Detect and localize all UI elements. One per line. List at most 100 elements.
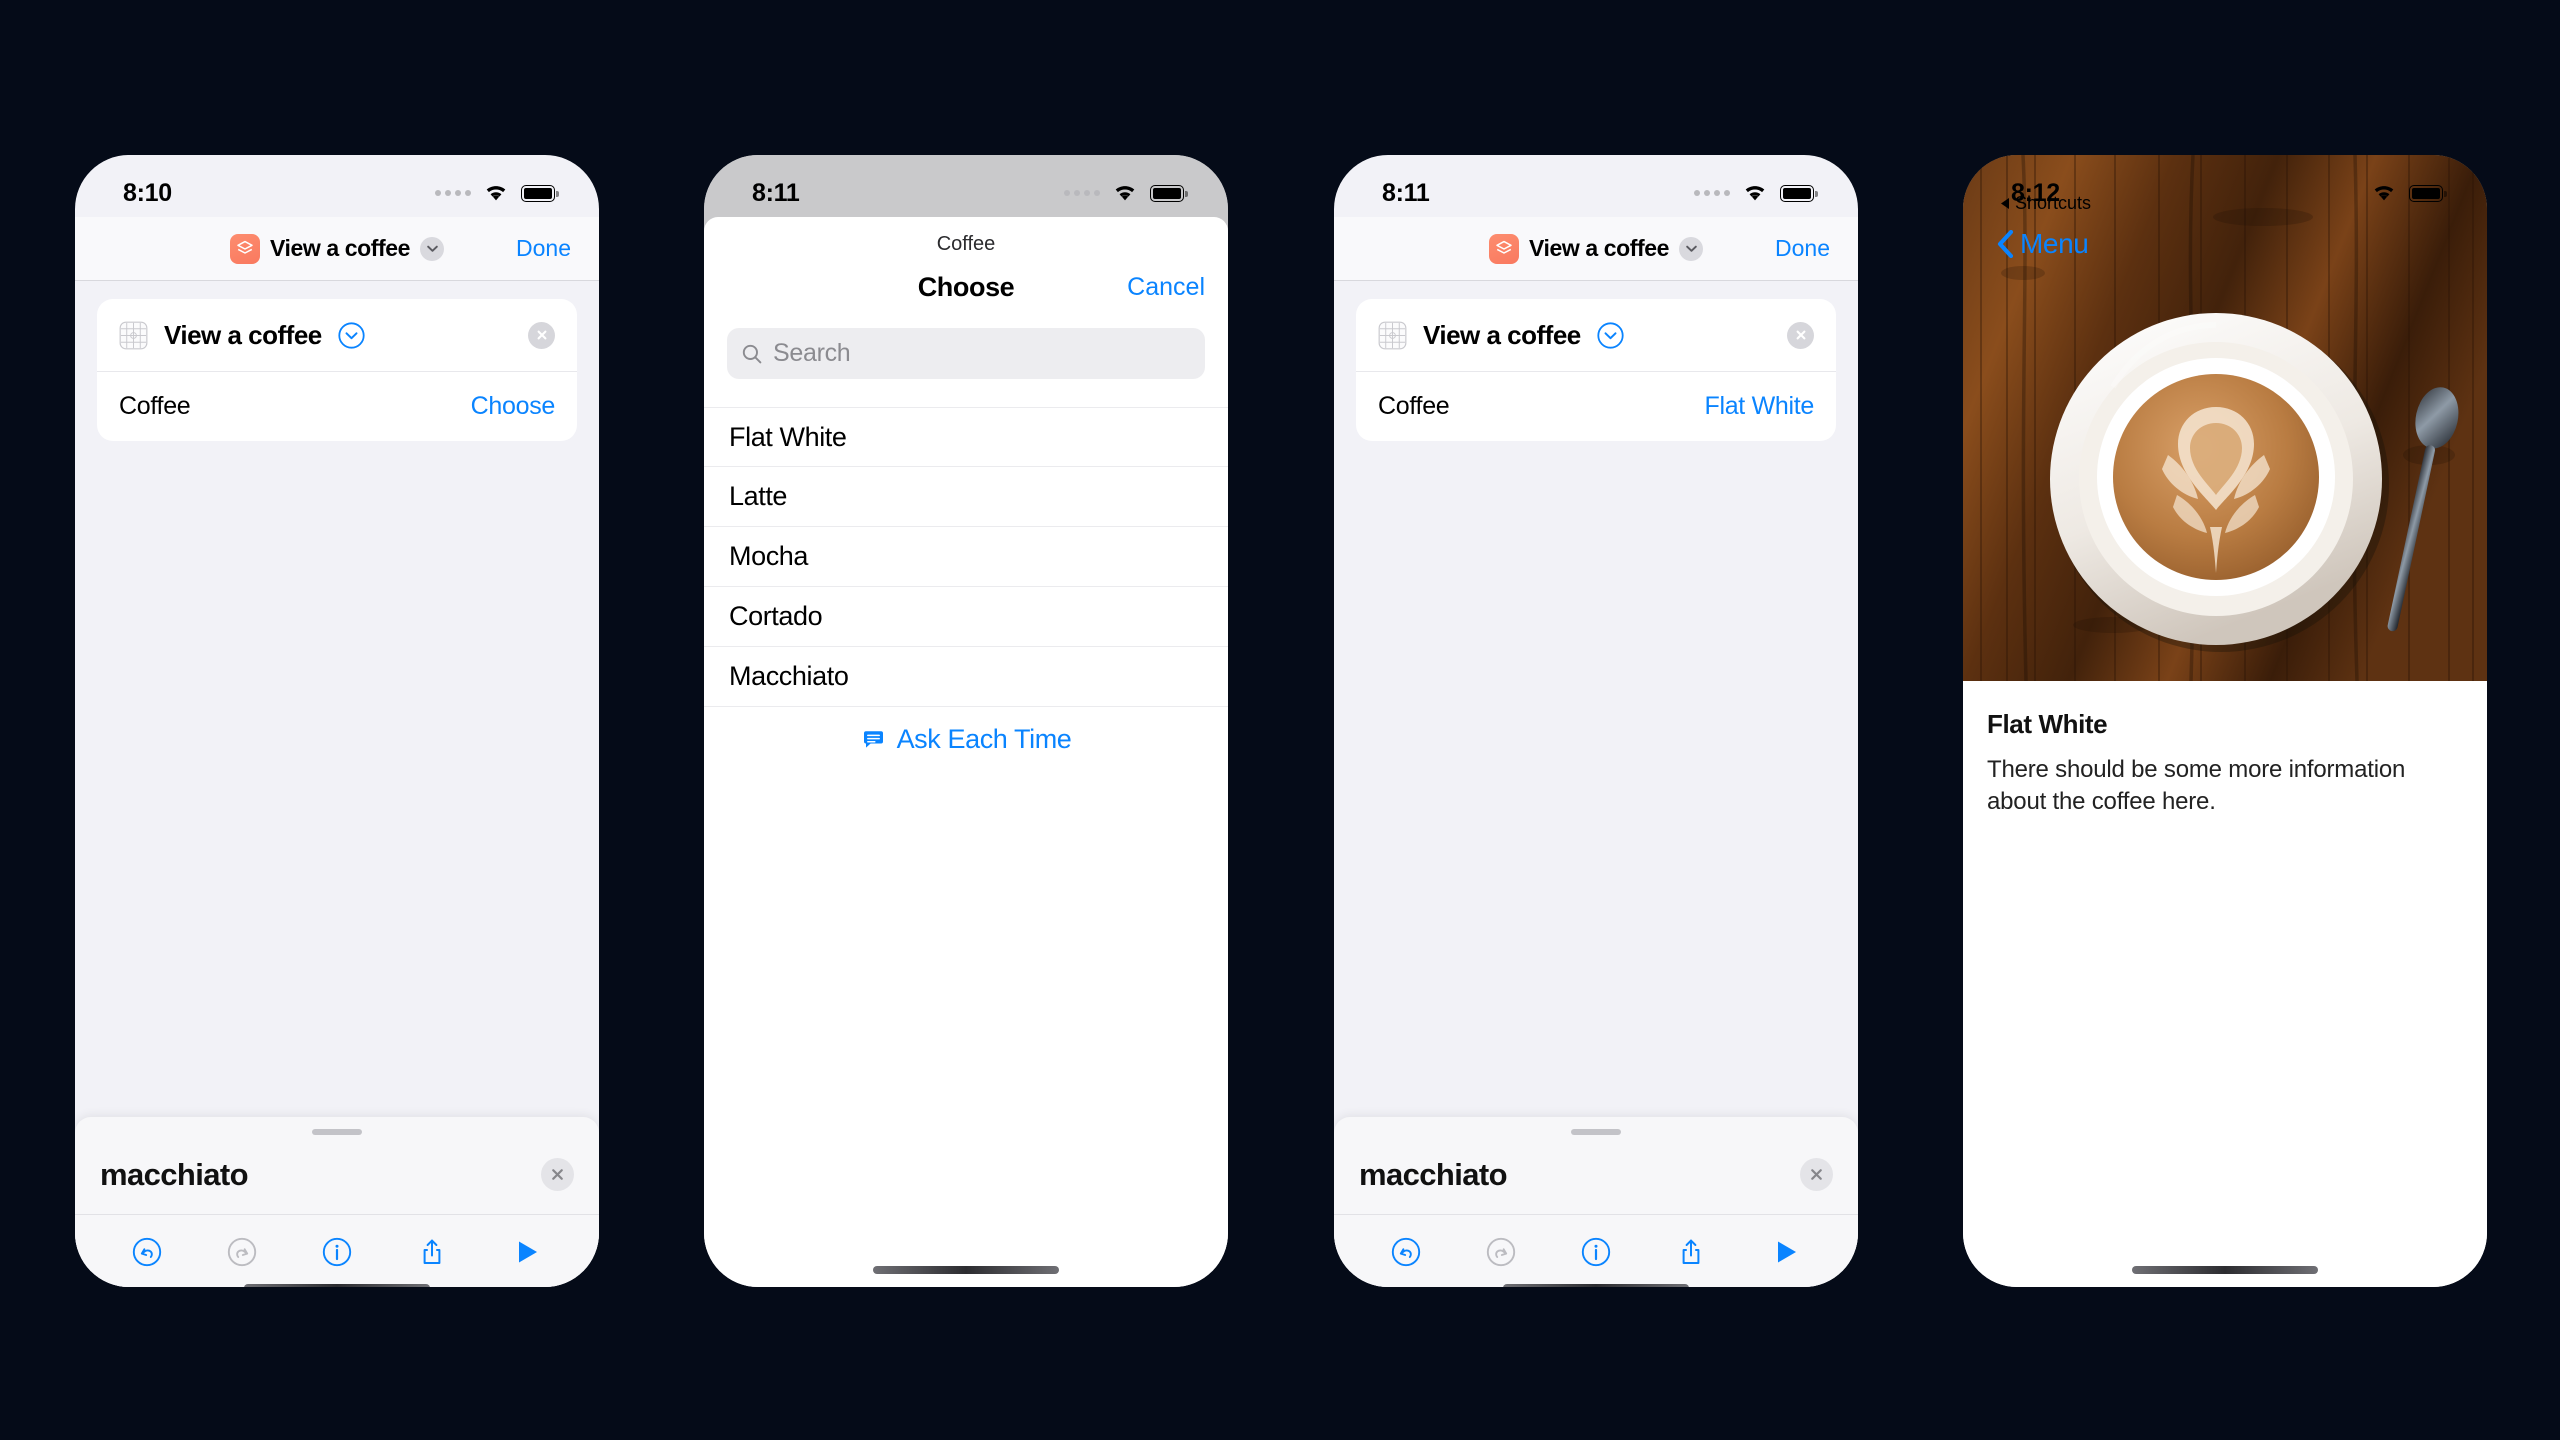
- close-circle-icon[interactable]: [1787, 321, 1814, 349]
- shortcuts-app-icon: [1488, 233, 1519, 264]
- modal-context-title: Coffee: [936, 233, 996, 255]
- sheet-header: macchiato: [75, 1135, 599, 1215]
- signal-dots-icon: [435, 190, 471, 196]
- wifi-icon: [486, 186, 506, 201]
- status-icons: [2370, 183, 2447, 203]
- close-circle-icon[interactable]: [541, 1158, 574, 1191]
- action-card[interactable]: View a coffee Coffee Flat White: [1356, 299, 1836, 441]
- battery-icon: [1780, 184, 1818, 202]
- ask-each-time-label: Ask Each Time: [896, 723, 1072, 754]
- shortcut-name: macchiato: [100, 1156, 249, 1192]
- coffee-detail-body: Flat White There should be some more inf…: [1963, 681, 2487, 1287]
- share-icon[interactable]: [1674, 1235, 1708, 1269]
- list-item[interactable]: Latte: [704, 467, 1228, 527]
- parameter-label: Coffee: [119, 392, 191, 420]
- list-item[interactable]: Flat White: [704, 407, 1228, 467]
- undo-icon[interactable]: [130, 1235, 164, 1269]
- action-card-header[interactable]: View a coffee: [97, 299, 577, 371]
- modal-title: Choose: [917, 271, 1015, 302]
- parameter-value[interactable]: Choose: [471, 392, 556, 421]
- modal-nav-bar: Choose Cancel: [704, 256, 1228, 318]
- coffee-detail-text: Flat White There should be some more inf…: [1963, 681, 2487, 818]
- phone-3-shortcut-editor-selected: 8:11 View a coffee Done View a coffee Co…: [1334, 155, 1858, 1287]
- parameter-row-coffee[interactable]: Coffee Flat White: [1356, 372, 1836, 441]
- app-grid-icon: [119, 321, 148, 349]
- latte-art-coffee-cup-photo: 8:12 Shortcuts Menu: [1963, 155, 2487, 681]
- parameter-value[interactable]: Flat White: [1704, 392, 1814, 421]
- back-button-label: Menu: [2020, 228, 2089, 259]
- shortcuts-app-icon: [229, 233, 260, 264]
- action-card-title: View a coffee: [164, 319, 322, 350]
- phone-2-choose-coffee-modal: 8:11 Coffee Choose Cancel Search Flat Wh…: [704, 155, 1228, 1287]
- chevron-down-icon[interactable]: [1679, 236, 1704, 261]
- back-button[interactable]: Menu: [1997, 228, 2089, 260]
- ask-each-time-button[interactable]: Ask Each Time: [704, 707, 1228, 771]
- status-time: 8:11: [1382, 178, 1430, 207]
- coffee-detail-heading: Flat White: [1987, 709, 2108, 739]
- shortcut-header-title: View a coffee: [269, 235, 411, 261]
- wifi-icon: [1115, 186, 1135, 201]
- done-button[interactable]: Done: [1775, 235, 1830, 262]
- info-icon[interactable]: [320, 1235, 354, 1269]
- battery-icon: [521, 184, 559, 202]
- shortcut-header-title: View a coffee: [1528, 235, 1670, 261]
- redo-icon: [1484, 1235, 1518, 1269]
- status-time: 8:11: [752, 178, 800, 207]
- editor-toolbar: [75, 1215, 599, 1287]
- info-icon[interactable]: [1579, 1235, 1613, 1269]
- sheet-header: macchiato: [1334, 1135, 1858, 1215]
- cancel-button[interactable]: Cancel: [1127, 273, 1205, 302]
- chevron-down-icon[interactable]: [420, 236, 445, 261]
- close-circle-icon[interactable]: [1800, 1158, 1833, 1191]
- battery-icon: [2409, 184, 2447, 202]
- action-card-header[interactable]: View a coffee: [1356, 299, 1836, 371]
- parameter-row-coffee[interactable]: Coffee Choose: [97, 372, 577, 441]
- home-indicator: [2132, 1266, 2318, 1274]
- coffee-detail-paragraph: There should be some more information ab…: [1987, 756, 2406, 815]
- undo-icon[interactable]: [1389, 1235, 1423, 1269]
- bottom-sheet[interactable]: macchiato: [75, 1117, 599, 1287]
- status-time: 8:10: [123, 178, 172, 207]
- chevron-down-circle-icon[interactable]: [1597, 321, 1624, 349]
- done-button[interactable]: Done: [516, 235, 571, 262]
- list-item[interactable]: Mocha: [704, 527, 1228, 587]
- return-to-shortcuts-label[interactable]: Shortcuts: [2001, 193, 2091, 214]
- status-bar: 8:11: [704, 155, 1228, 217]
- chevron-left-icon: [1997, 230, 2014, 258]
- home-indicator: [244, 1284, 430, 1287]
- battery-icon: [1150, 184, 1188, 202]
- action-card-title: View a coffee: [1423, 319, 1581, 350]
- redo-icon: [225, 1235, 259, 1269]
- home-indicator: [873, 1266, 1059, 1274]
- chevron-down-circle-icon[interactable]: [338, 321, 365, 349]
- dimmed-backdrop[interactable]: 8:11 Coffee Choose Cancel Search Flat Wh…: [704, 155, 1228, 1287]
- search-input[interactable]: Search: [727, 328, 1205, 379]
- play-icon[interactable]: [1769, 1235, 1803, 1269]
- phone-4-coffee-detail: 8:12 Shortcuts Menu Flat White There sho…: [1963, 155, 2487, 1287]
- return-app-name: Shortcuts: [2015, 193, 2092, 213]
- shortcut-header-title-group[interactable]: View a coffee: [1488, 233, 1704, 264]
- close-circle-icon[interactable]: [528, 321, 555, 349]
- signal-dots-icon: [1064, 190, 1100, 196]
- screenshot-stage: 8:10 View a coffee Done View a coffee Co…: [0, 0, 2560, 1440]
- shortcut-name: macchiato: [1359, 1156, 1508, 1192]
- back-triangle-icon: [2001, 198, 2009, 209]
- parameter-label: Coffee: [1378, 392, 1450, 420]
- speech-bubble-icon: [863, 730, 883, 748]
- app-grid-icon: [1378, 321, 1407, 349]
- shortcut-header-title-group[interactable]: View a coffee: [229, 233, 445, 264]
- wifi-icon: [2374, 186, 2394, 201]
- phone-1-shortcut-editor-unset: 8:10 View a coffee Done View a coffee Co…: [75, 155, 599, 1287]
- shortcut-header: View a coffee Done: [75, 217, 599, 281]
- list-item[interactable]: Cortado: [704, 587, 1228, 647]
- signal-dots-icon: [1694, 190, 1730, 196]
- editor-body: View a coffee Coffee Choose macchiato: [75, 299, 599, 1287]
- status-bar: 8:11: [1334, 155, 1858, 217]
- action-card[interactable]: View a coffee Coffee Choose: [97, 299, 577, 441]
- status-bar: 8:10: [75, 155, 599, 217]
- bottom-sheet[interactable]: macchiato: [1334, 1117, 1858, 1287]
- coffee-options-list: Flat White Latte Mocha Cortado Macchiato: [704, 407, 1228, 707]
- share-icon[interactable]: [415, 1235, 449, 1269]
- list-item[interactable]: Macchiato: [704, 647, 1228, 707]
- play-icon[interactable]: [510, 1235, 544, 1269]
